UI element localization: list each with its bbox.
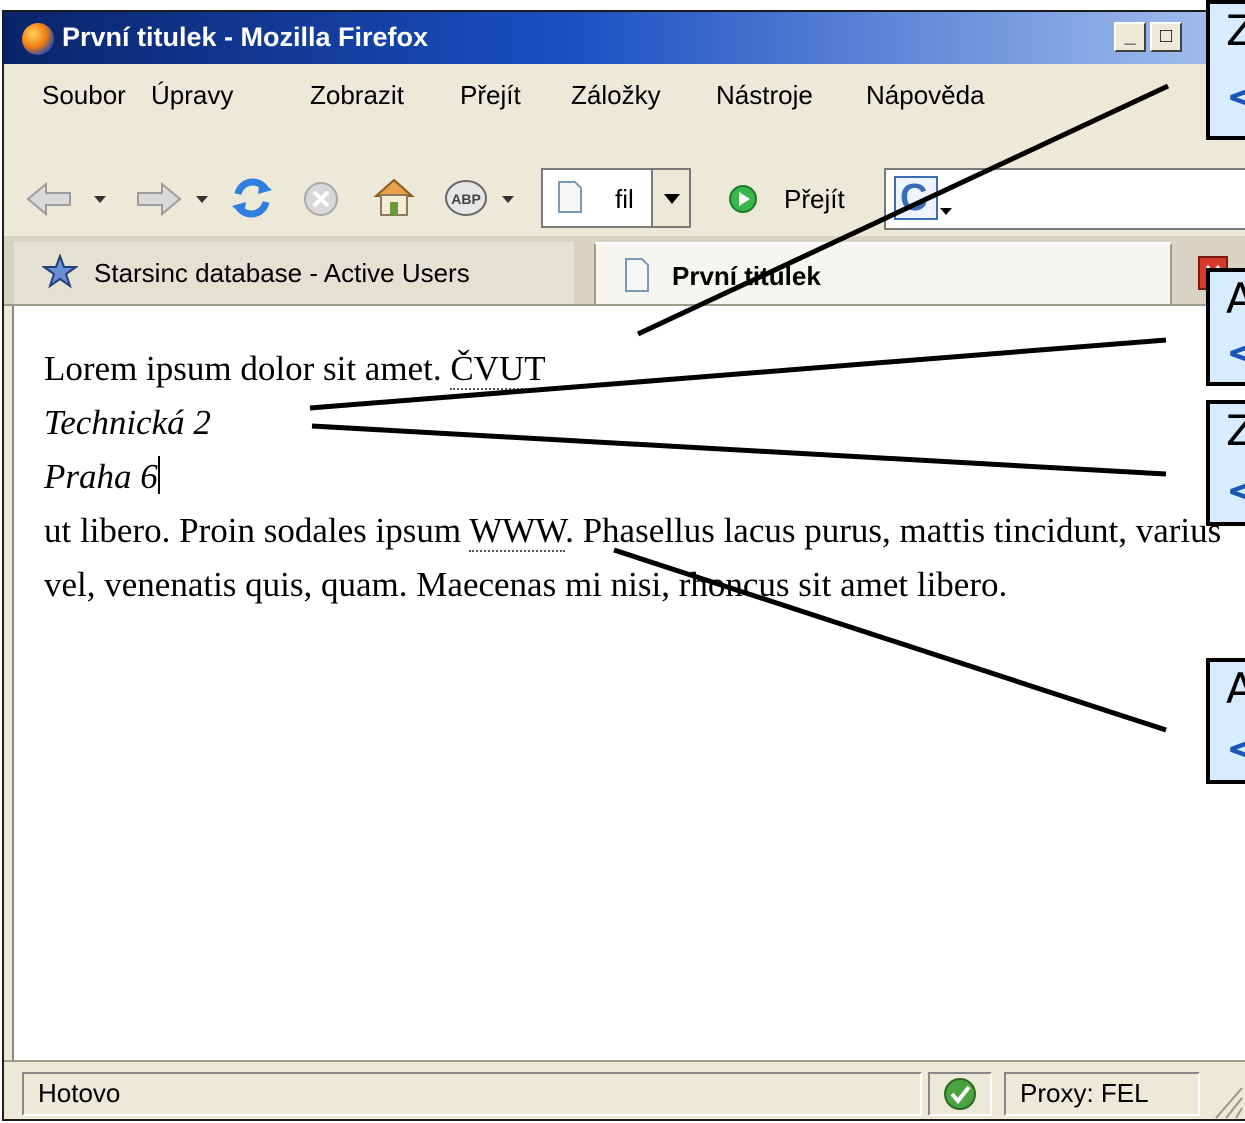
callout-2: A < bbox=[1206, 268, 1245, 386]
search-engine-letter: C bbox=[900, 177, 928, 219]
tab-prvni-titulek[interactable]: První titulek bbox=[594, 242, 1172, 304]
callout-1-heading: Z bbox=[1226, 6, 1245, 55]
abbr-www[interactable]: WWW bbox=[469, 511, 566, 552]
page-icon bbox=[558, 181, 582, 213]
address-line-2: Praha 6 bbox=[44, 457, 158, 496]
menu-tools[interactable]: Nástroje bbox=[716, 80, 813, 111]
back-history-arrow-icon[interactable] bbox=[94, 196, 106, 203]
url-dropdown-button[interactable] bbox=[651, 170, 689, 226]
home-icon[interactable] bbox=[372, 176, 416, 218]
status-text: Hotovo bbox=[22, 1072, 922, 1116]
adblock-plus-icon[interactable]: ABP bbox=[444, 178, 488, 218]
callout-2-code: < bbox=[1226, 330, 1245, 376]
firefox-window: První titulek - Mozilla Firefox _ □ Soub… bbox=[2, 10, 1245, 1121]
page-body-text: Lorem ipsum dolor sit amet. ČVUT Technic… bbox=[44, 342, 1244, 612]
go-button[interactable]: Přejít bbox=[784, 184, 845, 215]
navigation-toolbar: ABP fil Přejít C bbox=[4, 126, 1245, 237]
reload-icon[interactable] bbox=[230, 176, 274, 220]
tab-label: První titulek bbox=[672, 261, 821, 291]
menu-help[interactable]: Nápověda bbox=[866, 80, 985, 111]
url-value: fil bbox=[615, 184, 634, 214]
search-engine-arrow-icon[interactable] bbox=[940, 208, 952, 215]
maximize-button[interactable]: □ bbox=[1150, 22, 1182, 52]
callout-4-code: < bbox=[1226, 726, 1245, 772]
callout-1: Z < bbox=[1206, 0, 1245, 140]
minimize-button[interactable]: _ bbox=[1114, 22, 1146, 52]
menu-go[interactable]: Přejít bbox=[460, 80, 521, 111]
menu-edit[interactable]: Úpravy bbox=[151, 80, 233, 111]
back-arrow-icon[interactable] bbox=[26, 182, 72, 216]
firefox-logo-icon bbox=[22, 23, 54, 55]
stop-icon[interactable] bbox=[302, 180, 340, 218]
go-arrow-icon[interactable] bbox=[728, 184, 758, 214]
proxy-status[interactable]: Proxy: FEL bbox=[1004, 1072, 1200, 1116]
abp-label: ABP bbox=[451, 191, 481, 207]
forward-arrow-icon[interactable] bbox=[136, 182, 182, 216]
starsinc-favicon-icon bbox=[42, 254, 78, 289]
search-field[interactable]: C bbox=[884, 168, 1245, 230]
title-bar: První titulek - Mozilla Firefox _ □ bbox=[4, 12, 1245, 64]
abbr-cvut[interactable]: ČVUT bbox=[450, 349, 546, 390]
paragraph-start: ut libero. Proin sodales ipsum bbox=[44, 511, 470, 550]
search-engine-google-icon[interactable]: C bbox=[894, 176, 938, 220]
address-line-1: Technická 2 bbox=[44, 403, 211, 442]
callout-4-heading: A bbox=[1226, 664, 1245, 713]
callout-3-heading: Z bbox=[1226, 406, 1245, 455]
forward-history-arrow-icon[interactable] bbox=[196, 196, 208, 203]
callout-3: Z < bbox=[1206, 400, 1245, 526]
resize-grip-icon[interactable] bbox=[1210, 1080, 1244, 1120]
url-field[interactable]: fil bbox=[541, 168, 691, 228]
menu-file[interactable]: Soubor bbox=[42, 80, 126, 111]
text-caret bbox=[157, 456, 160, 494]
abp-menu-arrow-icon[interactable] bbox=[502, 196, 514, 203]
window-title: První titulek - Mozilla Firefox bbox=[62, 22, 429, 52]
callout-2-heading: A bbox=[1226, 274, 1245, 323]
url-dropdown-arrow-icon bbox=[664, 194, 680, 204]
menu-bookmarks[interactable]: Záložky bbox=[571, 80, 661, 111]
callout-3-code: < bbox=[1226, 468, 1245, 514]
tab-label: Starsinc database - Active Users bbox=[94, 258, 470, 288]
security-status-cell bbox=[928, 1072, 992, 1116]
menu-bar: Soubor Úpravy Zobrazit Přejít Záložky Ná… bbox=[4, 64, 1245, 127]
tab-starsinc[interactable]: Starsinc database - Active Users bbox=[14, 242, 574, 304]
checkmark-icon[interactable] bbox=[942, 1076, 978, 1112]
slide-heading-fragment bbox=[0, 0, 1245, 8]
tab-bar: Starsinc database - Active Users První t… bbox=[4, 236, 1245, 306]
intro-text: Lorem ipsum dolor sit amet. bbox=[44, 349, 451, 388]
page-favicon-icon bbox=[625, 258, 649, 292]
status-bar: Hotovo Proxy: FEL bbox=[4, 1060, 1245, 1120]
page-content: Lorem ipsum dolor sit amet. ČVUT Technic… bbox=[12, 306, 1245, 1062]
menu-view[interactable]: Zobrazit bbox=[310, 80, 404, 111]
callout-1-code: < bbox=[1226, 74, 1245, 120]
callout-4: A < bbox=[1206, 658, 1245, 784]
